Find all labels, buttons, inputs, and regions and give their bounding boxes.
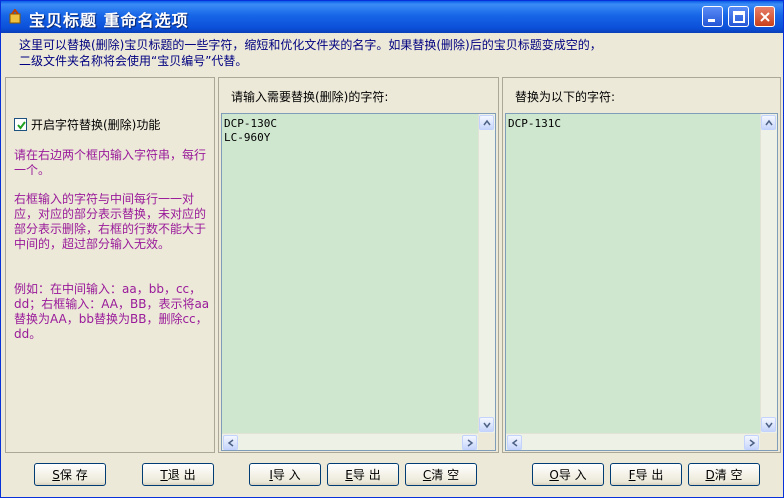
enable-replace-label: 开启字符替换(删除)功能 <box>31 118 161 132</box>
scroll-up-button[interactable] <box>761 115 776 130</box>
exit-shortcut-key: T <box>160 467 168 482</box>
arrow-up-icon <box>765 119 773 126</box>
hint-input: 请在右边两个框内输入字符串，每行一个。 <box>14 148 207 177</box>
export-source-shortcut-key: E <box>345 467 353 482</box>
arrow-down-icon <box>765 422 773 429</box>
scroll-up-button[interactable] <box>479 115 494 130</box>
import-source-label: 导 入 <box>272 468 301 482</box>
export-replacement-label: 导 出 <box>635 468 664 482</box>
horizontal-scrollbar[interactable] <box>506 433 760 450</box>
clear-replacement-shortcut-key: D <box>705 467 715 482</box>
scroll-right-button[interactable] <box>744 435 759 450</box>
hint-mapping: 右框输入的字符与中间每行一一对应，对应的部分表示替换，未对应的部分表示删除，右框… <box>14 192 207 251</box>
maximize-button[interactable] <box>728 6 749 27</box>
checkmark-icon <box>17 121 26 130</box>
enable-replace-checkbox-row[interactable]: 开启字符替换(删除)功能 <box>14 116 160 133</box>
scroll-down-button[interactable] <box>761 417 776 432</box>
export-replacement-button[interactable]: F导 出 <box>610 463 682 486</box>
vertical-scrollbar[interactable] <box>760 114 777 433</box>
import-source-button[interactable]: I导 入 <box>249 463 321 486</box>
clear-source-button[interactable]: C清 空 <box>405 463 477 486</box>
title-bar[interactable]: 宝贝标题 重命名选项 <box>1 1 783 33</box>
arrow-down-icon <box>483 422 491 429</box>
replacement-chars-textarea[interactable]: DCP-131C <box>505 113 778 451</box>
clear-replacement-label: 清 空 <box>714 468 743 482</box>
scroll-corner <box>478 433 495 450</box>
scroll-right-button[interactable] <box>462 435 477 450</box>
minimize-button[interactable] <box>702 6 723 27</box>
scroll-down-button[interactable] <box>479 417 494 432</box>
save-button[interactable]: S保 存 <box>34 463 106 486</box>
export-source-button[interactable]: E导 出 <box>327 463 399 486</box>
scroll-left-button[interactable] <box>507 435 522 450</box>
minimize-icon <box>708 19 715 22</box>
arrow-right-icon <box>749 439 756 447</box>
vertical-scrollbar[interactable] <box>478 114 495 433</box>
exit-button[interactable]: T退 出 <box>142 463 214 486</box>
enable-replace-checkbox[interactable] <box>14 118 27 131</box>
export-source-label: 导 出 <box>352 468 381 482</box>
source-chars-panel: 请输入需要替换(删除)的字符: DCP-130C LC-960Y <box>218 77 499 453</box>
import-replacement-button[interactable]: O导 入 <box>532 463 604 486</box>
close-button[interactable] <box>754 6 775 27</box>
replacement-chars-label: 替换为以下的字符: <box>515 90 616 104</box>
scroll-left-button[interactable] <box>223 435 238 450</box>
rename-options-window: 宝贝标题 重命名选项 这里可以替换(删除)宝贝标题的一些字符，缩短和优化文件夹的… <box>0 0 784 498</box>
replacement-chars-panel: 替换为以下的字符: DCP-131C <box>502 77 781 453</box>
import-replacement-shortcut-key: O <box>549 467 559 482</box>
options-panel: 开启字符替换(删除)功能 请在右边两个框内输入字符串，每行一个。 右框输入的字符… <box>5 77 215 453</box>
export-replacement-shortcut-key: F <box>628 467 636 482</box>
hint-example: 例如：在中间输入：aa，bb，cc，dd；右框输入：AA，BB，表示将aa替换为… <box>14 282 210 341</box>
info-text: 这里可以替换(删除)宝贝标题的一些字符，缩短和优化文件夹的名字。如果替换(删除)… <box>19 37 779 69</box>
arrow-left-icon <box>511 439 518 447</box>
scroll-corner <box>760 433 777 450</box>
source-chars-text: DCP-130C LC-960Y <box>224 117 277 144</box>
arrow-right-icon <box>467 439 474 447</box>
replacement-chars-text: DCP-131C <box>508 117 561 130</box>
import-replacement-label: 导 入 <box>558 468 587 482</box>
save-shortcut-key: S <box>52 467 60 482</box>
window-title: 宝贝标题 重命名选项 <box>29 11 189 30</box>
app-icon <box>9 9 21 24</box>
arrow-left-icon <box>227 439 234 447</box>
source-chars-textarea[interactable]: DCP-130C LC-960Y <box>221 113 496 451</box>
horizontal-scrollbar[interactable] <box>222 433 478 450</box>
source-chars-label: 请输入需要替换(删除)的字符: <box>231 90 389 104</box>
arrow-up-icon <box>483 119 491 126</box>
close-icon <box>760 12 770 22</box>
info-line-2: 二级文件夹名称将会使用“宝贝编号”代替。 <box>19 54 248 68</box>
clear-source-label: 清 空 <box>431 468 460 482</box>
info-line-1: 这里可以替换(删除)宝贝标题的一些字符，缩短和优化文件夹的名字。如果替换(删除)… <box>19 38 602 52</box>
maximize-icon <box>733 11 745 23</box>
save-label: 保 存 <box>59 468 88 482</box>
exit-label: 退 出 <box>167 468 196 482</box>
clear-source-shortcut-key: C <box>422 467 432 482</box>
clear-replacement-button[interactable]: D清 空 <box>688 463 760 486</box>
